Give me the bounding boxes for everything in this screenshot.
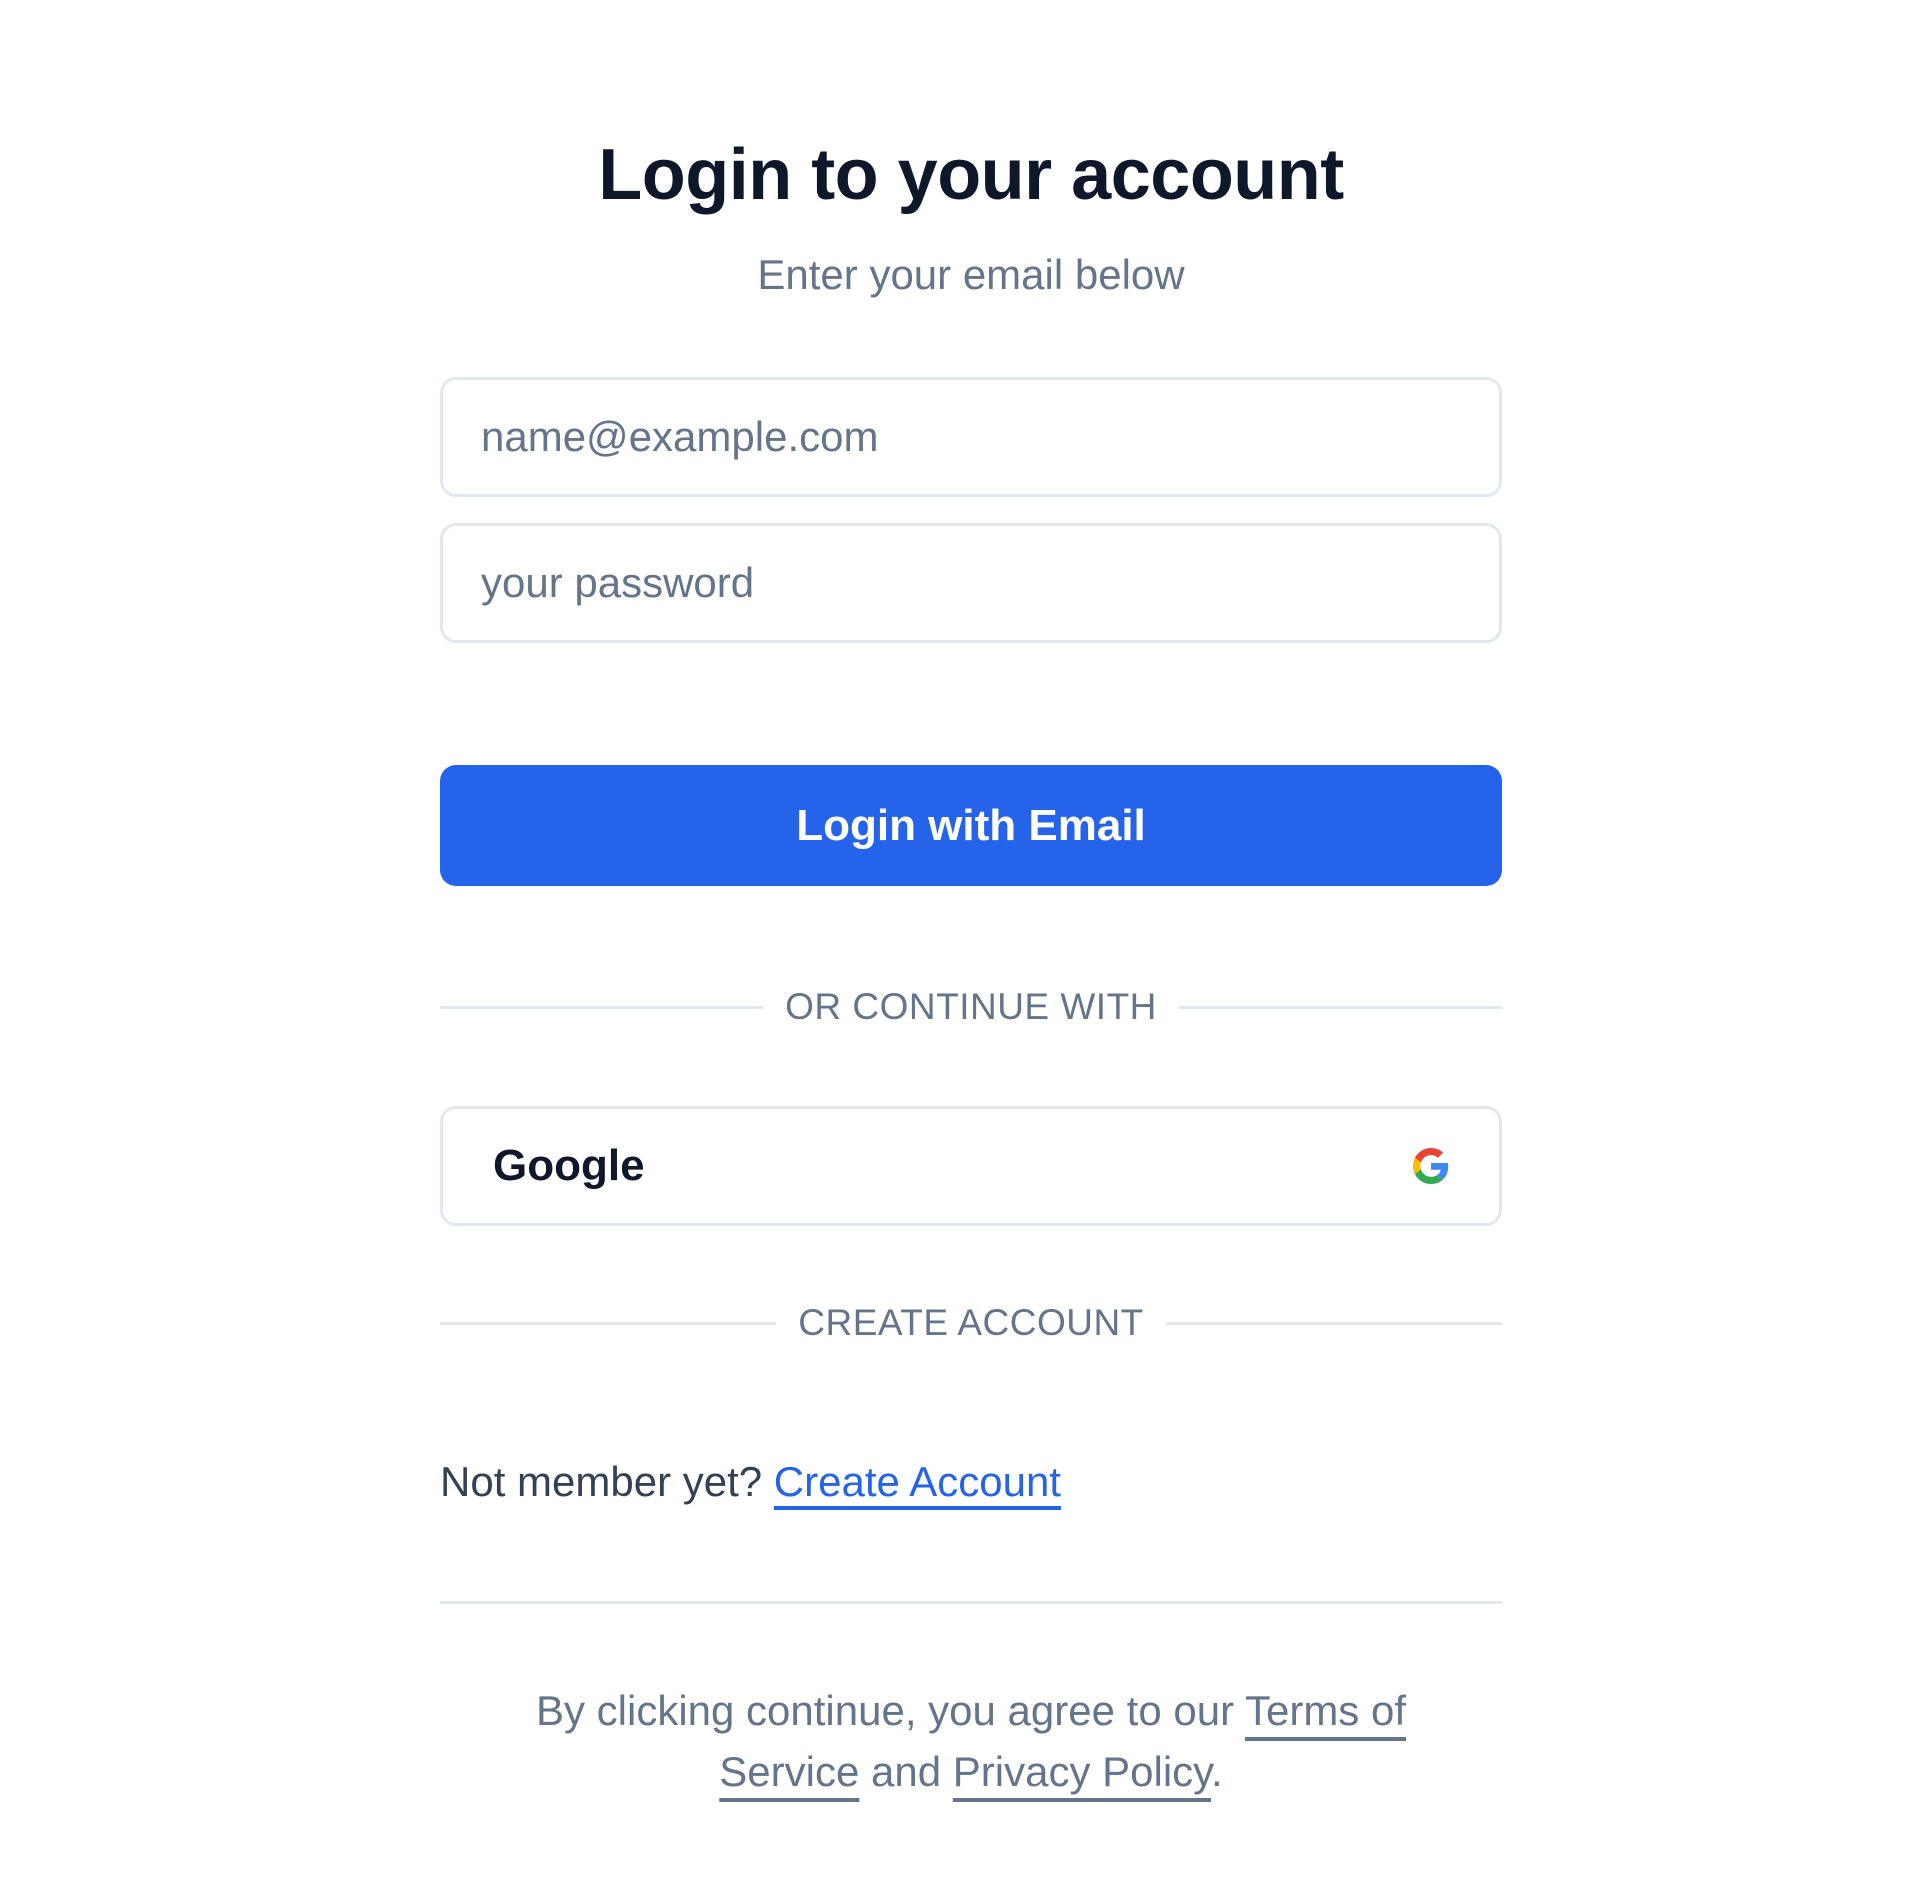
signup-prompt-text: Not member yet? [440,1458,774,1505]
divider-line-right [1178,1005,1502,1009]
divider-label: CREATE ACCOUNT [798,1302,1144,1343]
password-field[interactable] [440,523,1502,643]
google-icon [1413,1148,1449,1184]
divider-line-left [440,1321,777,1325]
page-title: Login to your account [598,135,1344,215]
privacy-policy-link[interactable]: Privacy Policy [953,1748,1211,1795]
divider-line-right [1165,1321,1503,1325]
google-button-label: Google [493,1141,645,1190]
page-subtitle: Enter your email below [757,251,1185,298]
footer-divider [440,1601,1502,1604]
divider-line-left [440,1005,764,1009]
legal-prefix: By clicking continue, you agree to our [535,1687,1245,1734]
email-field[interactable] [440,377,1502,497]
or-continue-divider: OR CONTINUE WITH [440,986,1502,1028]
login-with-email-button[interactable]: Login with Email [440,765,1502,886]
legal-notice: By clicking continue, you agree to our T… [530,1680,1412,1802]
divider-label: OR CONTINUE WITH [785,986,1157,1027]
google-login-button[interactable]: Google [440,1106,1502,1226]
create-account-divider: CREATE ACCOUNT [440,1302,1503,1344]
create-account-link[interactable]: Create Account [774,1458,1061,1505]
login-page: Login to your account Enter your email b… [0,0,1920,1899]
legal-suffix: . [1211,1748,1223,1795]
legal-middle: and [859,1748,953,1795]
signup-prompt: Not member yet? Create Account [440,1452,1061,1512]
